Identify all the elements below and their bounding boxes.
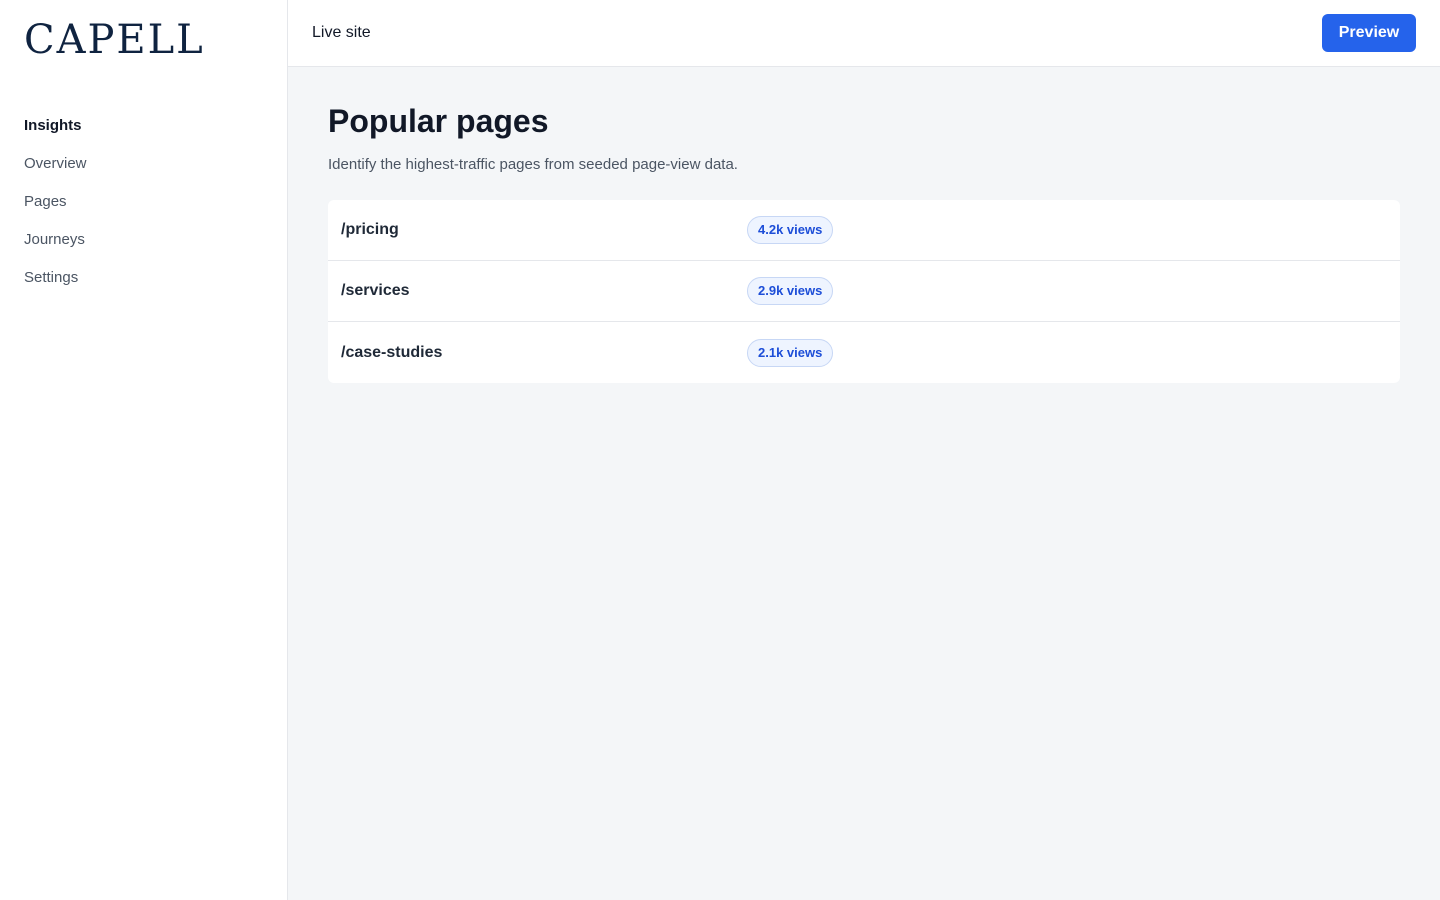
page-subtitle: Identify the highest-traffic pages from … bbox=[328, 156, 738, 173]
sidebar-nav: Insights Overview Pages Journeys Setting… bbox=[24, 116, 263, 306]
brand-logo[interactable]: CAPELL bbox=[24, 20, 263, 60]
page-title: Popular pages bbox=[328, 103, 549, 139]
page-row-services[interactable]: /services 2.9k views bbox=[328, 261, 1400, 322]
views-badge: 4.2k views bbox=[747, 216, 834, 244]
views-badge: 2.1k views bbox=[747, 338, 834, 367]
content: Popular pages Identify the highest-traff… bbox=[288, 67, 1440, 417]
page-path: /services bbox=[341, 282, 410, 299]
views-badge: 2.9k views bbox=[747, 277, 834, 305]
site-label: Live site bbox=[312, 24, 371, 41]
page-path: /pricing bbox=[341, 221, 399, 238]
top-bar: Live site Preview bbox=[288, 0, 1440, 67]
page-row-pricing[interactable]: /pricing 4.2k views bbox=[328, 200, 1400, 261]
sidebar-item-settings[interactable]: Settings bbox=[24, 268, 263, 306]
app-shell: CAPELL Insights Overview Pages Journeys … bbox=[0, 0, 1440, 900]
popular-pages-list: /pricing 4.2k views /services 2.9k views… bbox=[328, 200, 1400, 383]
page-path: /case-studies bbox=[341, 343, 443, 361]
page-row-case-studies[interactable]: /case-studies 2.1k views bbox=[328, 322, 1400, 383]
sidebar-heading-insights: Insights bbox=[24, 117, 82, 134]
main-area: Live site Preview Popular pages Identify… bbox=[288, 0, 1440, 900]
sidebar-item-journeys[interactable]: Journeys bbox=[24, 230, 263, 268]
sidebar-item-overview[interactable]: Overview bbox=[24, 154, 263, 192]
sidebar: CAPELL Insights Overview Pages Journeys … bbox=[0, 0, 288, 900]
preview-button[interactable]: Preview bbox=[1322, 14, 1416, 52]
sidebar-item-pages[interactable]: Pages bbox=[24, 192, 263, 230]
